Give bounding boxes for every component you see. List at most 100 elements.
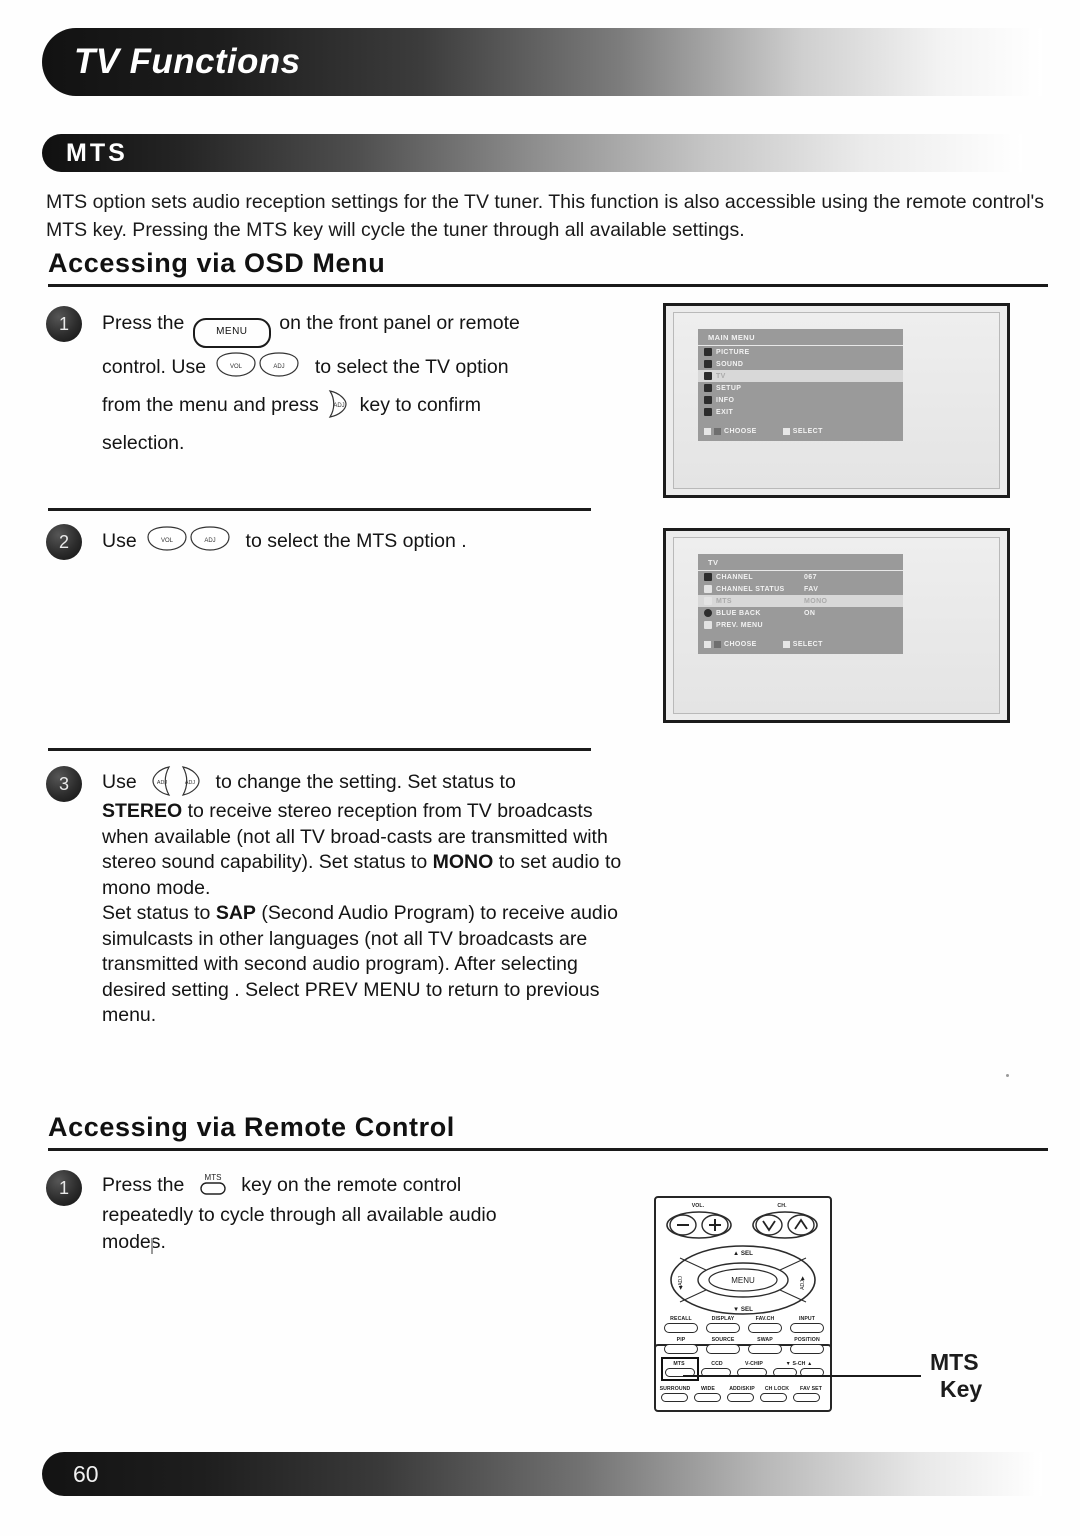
scan-artifact bbox=[151, 1238, 153, 1254]
btn-label-addskip: ADD/SKIP bbox=[729, 1386, 755, 1392]
osd-row: PICTURE bbox=[698, 346, 903, 358]
osd-row: SOUND bbox=[698, 358, 903, 370]
favch-button[interactable] bbox=[748, 1323, 782, 1333]
step-number-badge: 1 bbox=[46, 306, 82, 342]
mts-key-callout: MTS Key bbox=[930, 1349, 982, 1403]
callout-leader-line bbox=[683, 1375, 921, 1377]
step3-bold-stereo: STEREO bbox=[102, 800, 183, 822]
heading-accessing-via-remote: Accessing via Remote Control bbox=[48, 1112, 1048, 1151]
osd-row: PREV. MENU bbox=[698, 619, 903, 631]
step1-line3-before: from the menu and press bbox=[102, 394, 319, 416]
osd-screen-area: TV CHANNEL 067 CHANNEL STATUS FAV MTS MO… bbox=[673, 537, 1000, 714]
updown-arrow-keys-icon: VOL ADJ bbox=[214, 351, 306, 381]
step1-line1-after: on the front panel or remote bbox=[279, 312, 520, 334]
wide-button[interactable] bbox=[694, 1393, 721, 1402]
btn-label-surround: SURROUND bbox=[659, 1386, 691, 1392]
osd-footer-select: SELECT bbox=[792, 641, 823, 648]
step2-line1-after: to select the MTS option . bbox=[245, 530, 467, 552]
left-right-arrow-keys-icon: ADJ ADJ bbox=[145, 764, 207, 798]
step-number-badge: 2 bbox=[46, 524, 82, 560]
heading-rule bbox=[48, 1148, 1048, 1151]
btn-label-swap: SWAP bbox=[757, 1337, 773, 1343]
sound-icon bbox=[704, 360, 712, 368]
recall-button[interactable] bbox=[664, 1323, 698, 1333]
heading-accessing-via-osd: Accessing via OSD Menu bbox=[48, 248, 1048, 287]
osd-screenshot-tv-menu: TV CHANNEL 067 CHANNEL STATUS FAV MTS MO… bbox=[663, 528, 1010, 723]
osd-row-label: BLUE BACK bbox=[716, 609, 761, 617]
svg-text:ADJ: ADJ bbox=[274, 364, 285, 370]
osd-row-label: EXIT bbox=[716, 408, 734, 416]
step-1-remote: 1 Press the MTS key on the remote contro… bbox=[46, 1168, 636, 1256]
swap-button[interactable] bbox=[748, 1344, 782, 1354]
btn-label-pip: PIP bbox=[676, 1337, 686, 1343]
osd-row: SETUP bbox=[698, 382, 903, 394]
btn-label-wide: WIDE bbox=[701, 1386, 715, 1392]
select-key-icon bbox=[782, 428, 790, 435]
directional-pad[interactable]: MENU ▲ SEL ▼ SEL ◀ADJ ADJ▶ bbox=[668, 1244, 818, 1316]
favset-button[interactable] bbox=[793, 1393, 820, 1402]
btn-label-sch: ▼ S-CH ▲ bbox=[785, 1361, 813, 1367]
channel-status-icon bbox=[704, 585, 712, 593]
prev-menu-icon bbox=[704, 621, 712, 629]
select-key-icon bbox=[782, 641, 790, 648]
vol-rocker[interactable] bbox=[666, 1210, 732, 1240]
heading-remote-text: Accessing via Remote Control bbox=[48, 1112, 455, 1142]
btn-label-source: SOURCE bbox=[711, 1337, 735, 1343]
page-number: 60 bbox=[73, 1460, 99, 1487]
osd-row-selected: MTS MONO bbox=[698, 595, 903, 607]
osd-footer-select: SELECT bbox=[792, 428, 823, 435]
osd-row-label: TV bbox=[716, 372, 726, 380]
step-3-osd: 3 Use ADJ ADJ to change the setting. Set… bbox=[46, 764, 636, 1029]
display-button[interactable] bbox=[706, 1323, 740, 1333]
chlock-button[interactable] bbox=[760, 1393, 787, 1402]
ch-rocker[interactable] bbox=[752, 1210, 818, 1240]
choose-key-icon-1 bbox=[704, 641, 711, 648]
stepr1-line3: modes. bbox=[102, 1231, 166, 1253]
osd-panel-tv-menu: TV CHANNEL 067 CHANNEL STATUS FAV MTS MO… bbox=[698, 554, 903, 654]
svg-text:MTS: MTS bbox=[204, 1173, 221, 1182]
svg-text:ADJ: ADJ bbox=[185, 780, 195, 786]
btn-label-ccd: CCD bbox=[711, 1361, 723, 1367]
osd-row-value: ON bbox=[804, 609, 816, 617]
setup-icon bbox=[704, 384, 712, 392]
step-r1-text: Press the MTS key on the remote control … bbox=[102, 1168, 497, 1256]
updown-arrow-keys-icon: VOL ADJ bbox=[145, 525, 237, 555]
exit-icon bbox=[704, 408, 712, 416]
btn-label-display: DISPLAY bbox=[711, 1316, 735, 1322]
osd-screen-area: MAIN MENU PICTURE SOUND TV SETUP INFO EX… bbox=[673, 312, 1000, 489]
btn-label-position: POSITION bbox=[794, 1337, 820, 1343]
right-arrow-key-icon: ADJ bbox=[326, 388, 352, 420]
surround-button[interactable] bbox=[661, 1393, 688, 1402]
step-number-badge: 3 bbox=[46, 766, 82, 802]
step-number-badge: 1 bbox=[46, 1170, 82, 1206]
vol-label: VOL. bbox=[691, 1203, 705, 1209]
step1-line4: selection. bbox=[102, 432, 185, 454]
mts-icon bbox=[704, 597, 712, 605]
addskip-button[interactable] bbox=[727, 1393, 754, 1402]
osd-row-selected: TV bbox=[698, 370, 903, 382]
step2-line1-before: Use bbox=[102, 530, 137, 552]
section-header-bar: MTS bbox=[42, 134, 1022, 172]
menu-key-icon: MENU bbox=[192, 318, 271, 348]
svg-text:VOL: VOL bbox=[161, 538, 174, 544]
step3-bold-sap: SAP bbox=[215, 902, 256, 924]
btn-label-chlock: CH LOCK bbox=[764, 1386, 790, 1392]
svg-text:ADJ▶: ADJ▶ bbox=[800, 1276, 806, 1290]
svg-text:ADJ: ADJ bbox=[334, 403, 345, 409]
osd-row-label: PICTURE bbox=[716, 348, 750, 356]
position-button[interactable] bbox=[790, 1344, 824, 1354]
osd-row-value: 067 bbox=[804, 573, 817, 581]
stepr1-line1-after: key on the remote control bbox=[241, 1174, 462, 1196]
step3-line1-before: Use bbox=[102, 771, 137, 793]
osd-row-label: PREV. MENU bbox=[716, 621, 763, 629]
input-button[interactable] bbox=[790, 1323, 824, 1333]
osd-row-label: SOUND bbox=[716, 360, 744, 368]
callout-line-1: MTS bbox=[930, 1349, 979, 1375]
step-2-osd: 2 Use VOL ADJ to select the MTS option . bbox=[46, 522, 636, 560]
osd-row-label: SETUP bbox=[716, 384, 742, 392]
mts-key-highlight-box bbox=[661, 1357, 699, 1381]
stepr1-line2: repeatedly to cycle through all availabl… bbox=[102, 1204, 497, 1226]
source-button[interactable] bbox=[706, 1344, 740, 1354]
pip-button[interactable] bbox=[664, 1344, 698, 1354]
osd-row-label: CHANNEL STATUS bbox=[716, 585, 785, 593]
